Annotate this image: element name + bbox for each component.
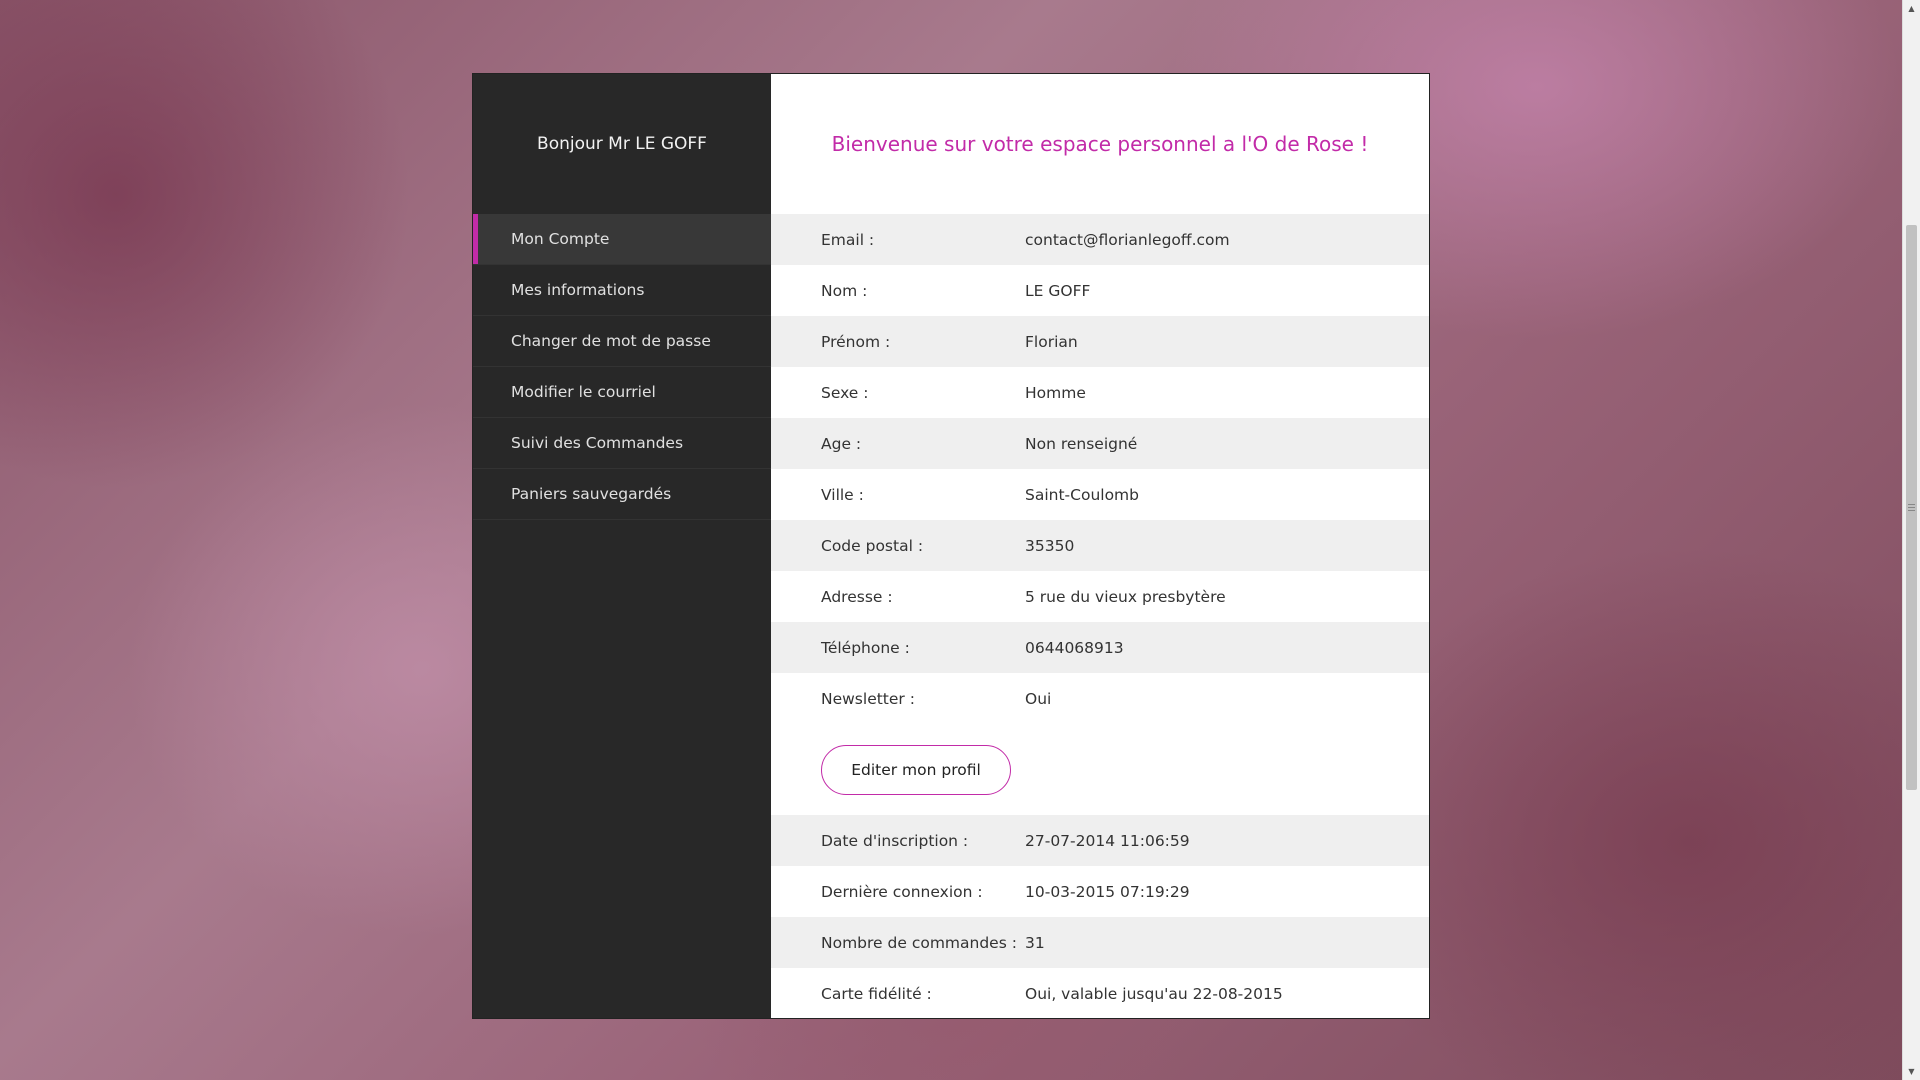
row-label: Date d'inscription :	[821, 831, 969, 850]
row-label: Dernière connexion :	[821, 882, 983, 901]
row-value: Oui	[1025, 689, 1052, 708]
account-panel: Bonjour Mr LE GOFF Mon Compte Mes inform…	[472, 73, 1430, 1019]
welcome-heading: Bienvenue sur votre espace personnel a l…	[831, 132, 1369, 156]
sidebar-item-suivi-commandes[interactable]: Suivi des Commandes	[473, 418, 771, 469]
row-value: Florian	[1025, 332, 1078, 351]
row-value: Homme	[1025, 383, 1086, 402]
row-value: 5 rue du vieux presbytère	[1025, 587, 1226, 606]
sidebar-item-mon-compte[interactable]: Mon Compte	[473, 214, 771, 265]
row-label: Age :	[821, 434, 862, 453]
page-background: Bonjour Mr LE GOFF Mon Compte Mes inform…	[0, 0, 1902, 1080]
row-value: contact@florianlegoff.com	[1025, 230, 1230, 249]
profile-row-sexe: Sexe : Homme	[771, 367, 1429, 418]
sidebar-item-mes-informations[interactable]: Mes informations	[473, 265, 771, 316]
profile-row-prenom: Prénom : Florian	[771, 316, 1429, 367]
profile-row-age: Age : Non renseigné	[771, 418, 1429, 469]
profile-row-nom: Nom : LE GOFF	[771, 265, 1429, 316]
row-label: Email :	[821, 230, 875, 249]
row-value: 31	[1025, 933, 1045, 952]
account-stats-list: Date d'inscription : 27-07-2014 11:06:59…	[771, 815, 1429, 1019]
sidebar-menu: Mon Compte Mes informations Changer de m…	[473, 214, 771, 520]
stats-row-nombre-commandes: Nombre de commandes : 31	[771, 917, 1429, 968]
profile-info-list: Email : contact@florianlegoff.com Nom : …	[771, 214, 1429, 724]
row-value: LE GOFF	[1025, 281, 1091, 300]
row-value: 35350	[1025, 536, 1075, 555]
row-value: 0644068913	[1025, 638, 1124, 657]
row-value: Saint-Coulomb	[1025, 485, 1139, 504]
row-label: Nombre de commandes :	[821, 933, 1017, 952]
grip-icon	[1908, 503, 1915, 511]
row-label: Sexe :	[821, 383, 869, 402]
stats-row-carte-fidelite: Carte fidélité : Oui, valable jusqu'au 2…	[771, 968, 1429, 1019]
chevron-up-icon[interactable]: ▲	[1903, 0, 1920, 17]
edit-profile-button[interactable]: Editer mon profil	[821, 744, 1011, 795]
stats-row-date-inscription: Date d'inscription : 27-07-2014 11:06:59	[771, 815, 1429, 866]
stats-row-derniere-connexion: Dernière connexion : 10-03-2015 07:19:29	[771, 866, 1429, 917]
sidebar-item-paniers-sauvegardes[interactable]: Paniers sauvegardés	[473, 469, 771, 520]
profile-row-code-postal: Code postal : 35350	[771, 520, 1429, 571]
sidebar-item-changer-mot-de-passe[interactable]: Changer de mot de passe	[473, 316, 771, 367]
row-label: Ville :	[821, 485, 864, 504]
scrollbar-thumb[interactable]	[1906, 225, 1917, 790]
row-label: Code postal :	[821, 536, 924, 555]
profile-row-newsletter: Newsletter : Oui	[771, 673, 1429, 724]
row-value: 27-07-2014 11:06:59	[1025, 831, 1190, 850]
profile-row-ville: Ville : Saint-Coulomb	[771, 469, 1429, 520]
row-label: Téléphone :	[821, 638, 910, 657]
profile-row-email: Email : contact@florianlegoff.com	[771, 214, 1429, 265]
row-value: 10-03-2015 07:19:29	[1025, 882, 1190, 901]
row-label: Nom :	[821, 281, 868, 300]
row-label: Carte fidélité :	[821, 984, 932, 1003]
sidebar: Bonjour Mr LE GOFF Mon Compte Mes inform…	[473, 74, 771, 1018]
row-value: Oui, valable jusqu'au 22-08-2015	[1025, 984, 1283, 1003]
row-label: Newsletter :	[821, 689, 915, 708]
row-label: Prénom :	[821, 332, 891, 351]
profile-row-adresse: Adresse : 5 rue du vieux presbytère	[771, 571, 1429, 622]
row-value: Non renseigné	[1025, 434, 1138, 453]
sidebar-item-modifier-courriel[interactable]: Modifier le courriel	[473, 367, 771, 418]
main-content: Bienvenue sur votre espace personnel a l…	[771, 74, 1429, 1018]
greeting-text: Bonjour Mr LE GOFF	[537, 134, 707, 154]
page-scrollbar[interactable]: ▲ ▼	[1902, 0, 1920, 1080]
edit-profile-container: Editer mon profil	[771, 724, 1429, 815]
row-label: Adresse :	[821, 587, 893, 606]
chevron-down-icon[interactable]: ▼	[1903, 1063, 1920, 1080]
profile-row-telephone: Téléphone : 0644068913	[771, 622, 1429, 673]
